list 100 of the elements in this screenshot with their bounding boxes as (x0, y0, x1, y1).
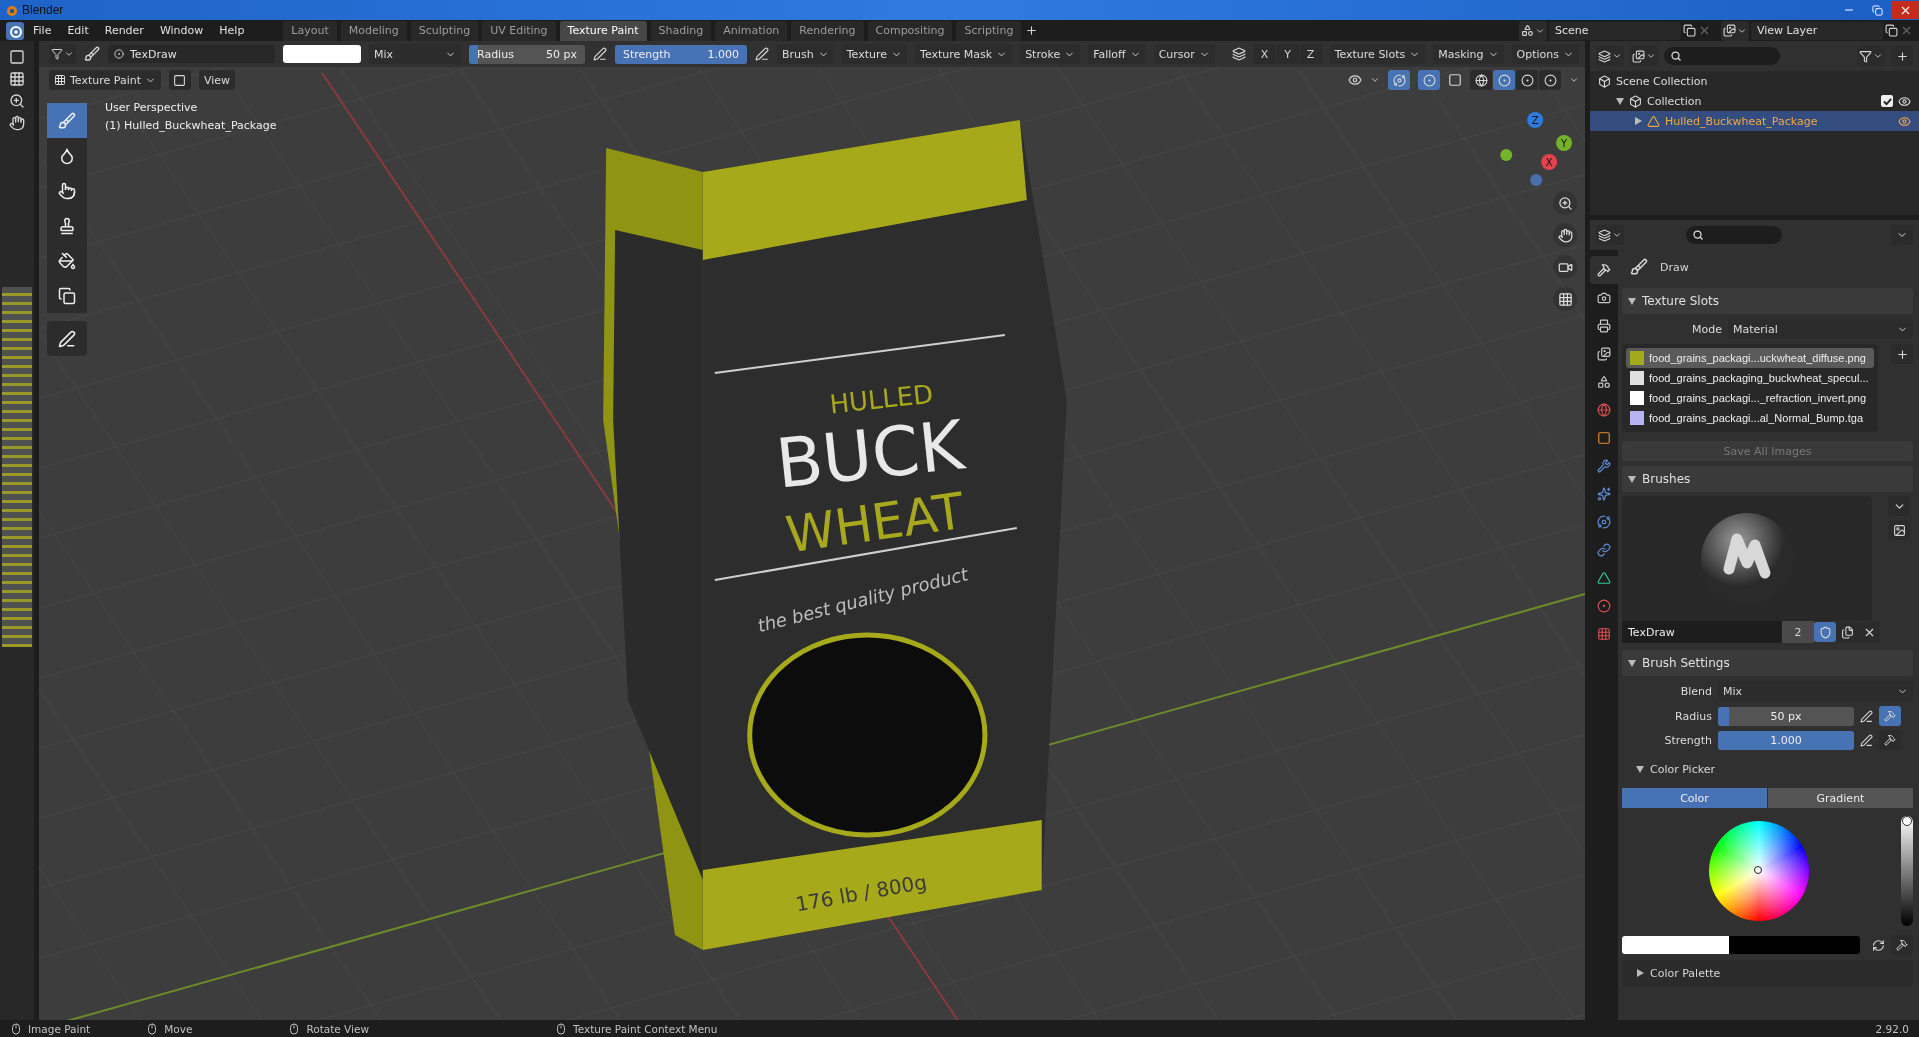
material-shading-button[interactable] (1516, 70, 1538, 90)
subpanel-title[interactable]: Color Picker (1650, 762, 1715, 776)
checkbox[interactable] (1881, 95, 1893, 107)
header-menu[interactable]: Options (1511, 44, 1579, 64)
pressure-icon[interactable] (1860, 709, 1873, 723)
header-menu[interactable]: Texture Mask (915, 44, 1013, 64)
symmetry-icon[interactable] (1231, 47, 1246, 61)
pan-button[interactable] (1553, 223, 1577, 247)
outliner-row[interactable]: Collection (1590, 91, 1919, 111)
texture-slot[interactable]: food_grains_packagi...uckwheat_diffuse.png (1626, 348, 1874, 368)
workspace-tab[interactable]: Sculpting (410, 20, 479, 41)
editor-type-icon[interactable] (9, 49, 25, 65)
header-menu[interactable]: Texture (841, 44, 908, 64)
outliner-row[interactable]: Hulled_Buckwheat_Package (1590, 111, 1919, 131)
hand-icon[interactable] (9, 115, 25, 131)
unified-color-button[interactable] (1891, 935, 1913, 955)
strength-slider[interactable]: 1.000 (1718, 730, 1854, 750)
workspace-tab[interactable]: Texture Paint (559, 20, 647, 41)
outliner-row[interactable]: Scene Collection (1590, 71, 1919, 91)
perspective-button[interactable] (1553, 287, 1577, 311)
menu-item[interactable]: Edit (60, 20, 96, 41)
tool-settings-button[interactable] (49, 44, 76, 64)
chevron-down-icon[interactable] (1370, 75, 1380, 85)
axis-toggle[interactable]: Z (1299, 44, 1322, 64)
wireframe-shading-button[interactable] (1470, 70, 1492, 90)
rendered-shading-button[interactable] (1539, 70, 1561, 90)
color-mode-tab[interactable]: Color (1622, 788, 1767, 808)
workspace-tab[interactable]: Modeling (340, 20, 407, 41)
workspace-tab[interactable]: UV Editing (482, 20, 556, 41)
color-swatch[interactable] (283, 45, 361, 63)
brush-menu-button[interactable] (1888, 496, 1910, 516)
disclosure-triangle-icon[interactable] (1636, 969, 1644, 977)
copy-icon[interactable] (1885, 24, 1898, 37)
workspace-tab[interactable]: Scripting (956, 20, 1022, 41)
mode-dropdown[interactable]: Material (1728, 319, 1913, 339)
unlink-button[interactable] (1858, 622, 1880, 642)
blend-dropdown[interactable]: Mix (369, 44, 461, 64)
header-menu[interactable]: Stroke (1020, 44, 1081, 64)
options-button[interactable] (1891, 225, 1913, 245)
menu-item[interactable]: Render (97, 20, 151, 41)
brush-name-field[interactable]: TexDraw (108, 45, 275, 63)
xray-icon[interactable] (1448, 73, 1462, 87)
panel-header[interactable]: Brushes (1622, 466, 1913, 492)
brush-name-field[interactable]: TexDraw (1622, 621, 1782, 643)
disclosure-triangle-icon[interactable] (1634, 117, 1642, 125)
header-menu[interactable]: Cursor (1153, 44, 1215, 64)
panel-header[interactable]: Texture Slots (1622, 288, 1913, 314)
mode-dropdown[interactable]: Texture Paint (49, 70, 161, 90)
unified-size-button[interactable] (1879, 706, 1901, 726)
eye-icon[interactable] (1898, 94, 1911, 108)
tool-button[interactable] (47, 321, 87, 356)
zoom-icon[interactable] (9, 93, 25, 109)
blender-logo-icon[interactable] (6, 21, 24, 40)
slots-toggle-button[interactable] (169, 70, 191, 90)
value-slider[interactable] (1901, 816, 1913, 926)
color-mode-tab[interactable]: Gradient (1768, 788, 1913, 808)
radius-slider[interactable]: Radius 50 px (469, 44, 585, 64)
editor-type-button[interactable] (1596, 225, 1624, 245)
add-icon[interactable] (1025, 24, 1039, 37)
display-mode-button[interactable] (1596, 46, 1624, 66)
chevron-down-icon[interactable] (1569, 75, 1579, 85)
menu-item[interactable]: File (26, 20, 59, 41)
search-field[interactable] (1686, 226, 1782, 244)
scene-browse-button[interactable] (1519, 20, 1547, 41)
radius-slider[interactable]: 50 px (1718, 706, 1854, 726)
tool-button[interactable] (47, 278, 87, 313)
tool-button[interactable] (47, 138, 87, 173)
workspace-tab[interactable]: Rendering (791, 20, 864, 41)
zoom-button[interactable] (1553, 191, 1577, 215)
fake-user-button[interactable] (1814, 622, 1836, 642)
camera-button[interactable] (1553, 255, 1577, 279)
close-button[interactable] (1891, 1, 1919, 19)
menu-item[interactable]: Window (152, 20, 211, 41)
pressure-icon[interactable] (593, 47, 607, 61)
image-button[interactable] (1888, 520, 1910, 540)
header-menu[interactable]: Masking (1433, 44, 1504, 64)
menu-item[interactable]: Help (212, 20, 252, 41)
slider-thumb[interactable] (1902, 816, 1912, 826)
strength-slider[interactable]: Strength 1.000 (615, 44, 747, 64)
filter-button[interactable] (1857, 46, 1885, 66)
scene-field[interactable]: Scene (1549, 21, 1681, 40)
axis-toggle[interactable]: X (1253, 44, 1276, 64)
disclosure-triangle-icon[interactable] (1636, 765, 1644, 773)
pressure-icon[interactable] (1860, 733, 1873, 747)
header-menu[interactable]: Brush (777, 44, 834, 64)
brush-icon[interactable] (84, 46, 100, 62)
gizmo-axis-handle[interactable]: Z (1527, 112, 1544, 128)
new-collection-button[interactable] (1891, 46, 1913, 66)
swap-colors-icon[interactable] (1872, 938, 1885, 952)
texture-slot[interactable]: food_grains_packagi...al_Normal_Bump.tga (1626, 408, 1874, 428)
eye-icon[interactable] (1348, 73, 1362, 87)
axis-toggle[interactable]: Y (1276, 44, 1299, 64)
header-menu[interactable]: Texture Slots (1329, 44, 1426, 64)
gizmo-axis-handle[interactable]: X (1541, 154, 1558, 170)
panel-header[interactable]: Brush Settings (1622, 650, 1913, 676)
texture-slot[interactable]: food_grains_packaging_buckwheat_specul... (1626, 368, 1874, 388)
gizmo-axis-handle[interactable]: Y (1556, 135, 1573, 151)
gizmo-toggle-button[interactable] (1388, 70, 1410, 90)
workspace-tab[interactable]: Layout (283, 20, 337, 41)
checker-icon[interactable] (9, 71, 25, 87)
